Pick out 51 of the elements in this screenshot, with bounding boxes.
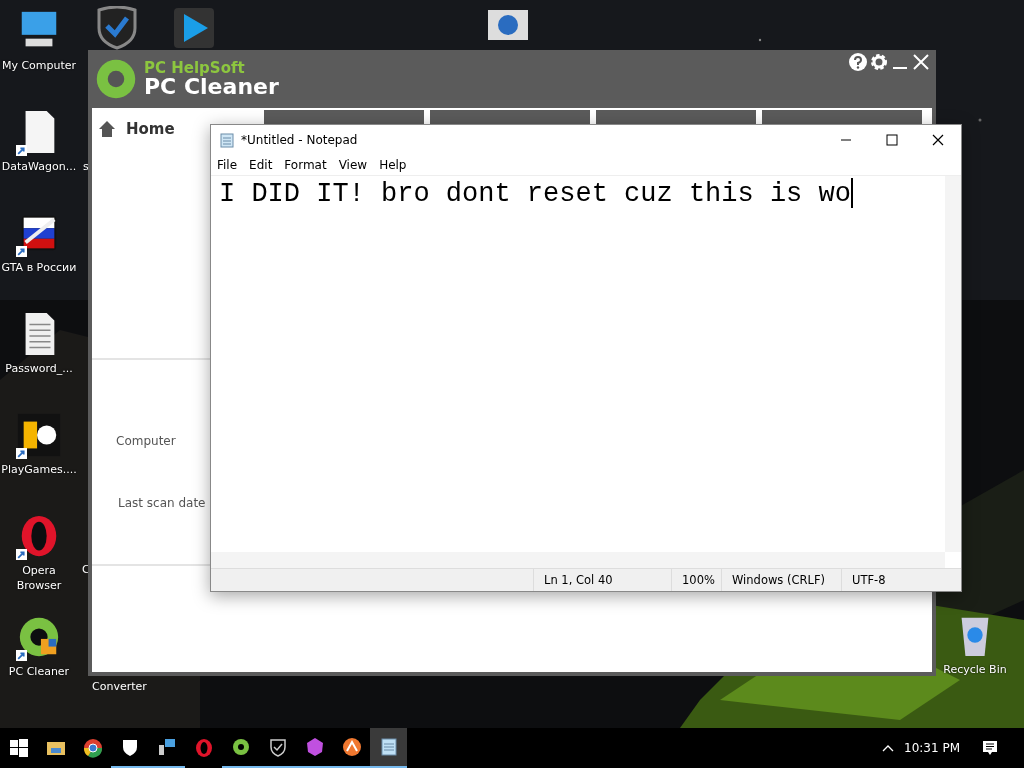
status-item: Ln 1, Col 40 bbox=[533, 569, 671, 591]
desktop-icon-label: Converter bbox=[92, 680, 147, 693]
app-title: PC Cleaner bbox=[144, 75, 279, 98]
notification-icon[interactable] bbox=[982, 740, 998, 756]
window-title: *Untitled - Notepad bbox=[241, 133, 358, 147]
desktop-icon-label[interactable]: Opera Browser bbox=[0, 563, 78, 593]
clock[interactable]: 10:31 PM bbox=[904, 741, 960, 755]
horizontal-scrollbar[interactable] bbox=[211, 552, 945, 568]
taskbar-button[interactable] bbox=[370, 728, 407, 768]
desktop-icon-label[interactable]: PlayGames.... bbox=[0, 462, 78, 477]
desktop-icon-label[interactable]: Password_... bbox=[0, 361, 78, 376]
app-icon bbox=[304, 737, 325, 757]
help-icon[interactable] bbox=[849, 53, 867, 71]
settings-icon[interactable] bbox=[870, 53, 888, 71]
home-icon bbox=[98, 120, 116, 138]
editor-text: I DID IT! bro dont reset cuz this is wo bbox=[219, 178, 851, 210]
menu-item[interactable]: Help bbox=[379, 158, 407, 172]
windows-logo-icon bbox=[8, 738, 29, 758]
sidebar-item[interactable]: Home bbox=[92, 108, 210, 138]
status-item: Windows (CRLF) bbox=[721, 569, 841, 591]
detail-label: Last scan date bbox=[118, 496, 206, 510]
desktop-icon-label[interactable]: GTA в России bbox=[0, 260, 78, 275]
status-item: 100% bbox=[671, 569, 721, 591]
desktop-icon-label: s bbox=[83, 160, 89, 173]
opera-icon bbox=[193, 738, 214, 758]
app-icon bbox=[341, 737, 362, 757]
text-editor[interactable]: I DID IT! bro dont reset cuz this is wo bbox=[211, 176, 945, 552]
leaf-logo-icon bbox=[94, 57, 138, 101]
desktop-icon-label: C bbox=[82, 563, 90, 576]
caret-up-icon[interactable] bbox=[882, 744, 894, 752]
brand-name: PC HelpSoft bbox=[144, 60, 245, 76]
vertical-scrollbar[interactable] bbox=[945, 176, 961, 552]
menu-item[interactable]: File bbox=[217, 158, 238, 172]
close-icon[interactable] bbox=[912, 53, 930, 71]
text-cursor bbox=[850, 178, 853, 208]
leaf-logo-icon bbox=[230, 737, 251, 757]
network-icon bbox=[156, 737, 177, 757]
shield-check-icon bbox=[267, 737, 288, 757]
notepad-icon bbox=[378, 737, 399, 757]
desktop-icon-label[interactable]: My Computer bbox=[0, 58, 78, 73]
notepad-icon bbox=[219, 132, 235, 148]
play-icon[interactable] bbox=[172, 6, 216, 50]
desktop-icon-label[interactable]: DataWagon... bbox=[0, 159, 78, 174]
menu-item[interactable]: Format bbox=[284, 158, 327, 172]
desktop-icon-label[interactable]: PC Cleaner bbox=[0, 664, 78, 679]
menu-item[interactable]: View bbox=[338, 158, 368, 172]
detail-label: Computer bbox=[116, 434, 176, 448]
status-item: UTF-8 bbox=[841, 569, 961, 591]
desktop-icon-label[interactable]: Recycle Bin bbox=[936, 662, 1014, 677]
menu-item[interactable]: Edit bbox=[249, 158, 273, 172]
browser-icon bbox=[82, 738, 103, 758]
